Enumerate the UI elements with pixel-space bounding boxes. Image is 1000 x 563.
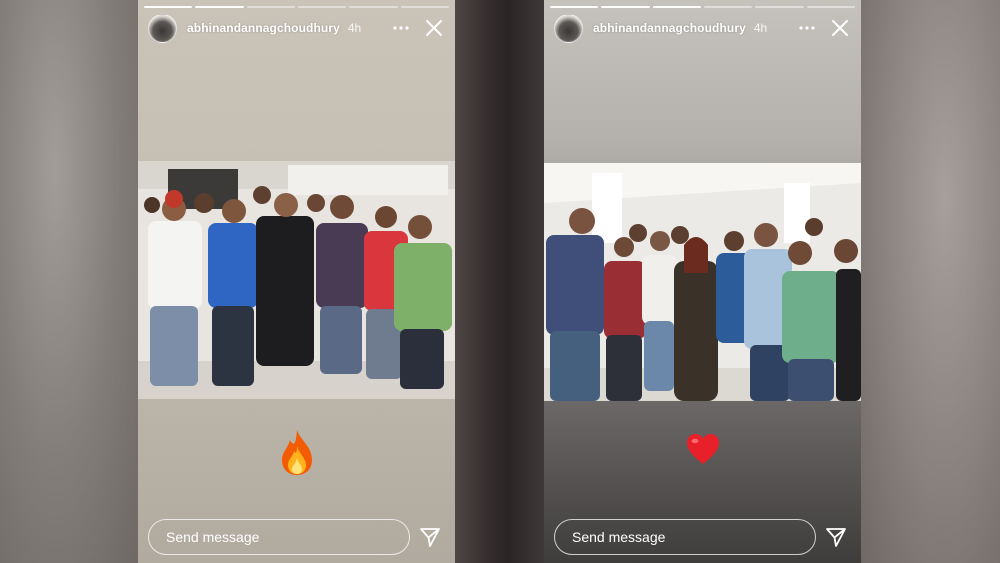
story-panel-2[interactable]: abhinandannagchoudhury 4h Send message bbox=[544, 0, 861, 563]
story-photo bbox=[544, 163, 861, 401]
story-progress-bar bbox=[144, 6, 449, 8]
fire-emoji-sticker bbox=[278, 428, 316, 476]
red-heart-emoji-sticker bbox=[685, 432, 721, 466]
more-horizontal-icon[interactable] bbox=[389, 16, 413, 40]
more-horizontal-icon[interactable] bbox=[795, 16, 819, 40]
paper-plane-icon[interactable] bbox=[419, 526, 441, 548]
close-icon[interactable] bbox=[423, 17, 445, 39]
background-blur-middle bbox=[455, 0, 544, 563]
story-header: abhinandannagchoudhury 4h bbox=[148, 13, 445, 43]
send-message-placeholder: Send message bbox=[572, 529, 666, 545]
send-message-input[interactable]: Send message bbox=[554, 519, 816, 555]
paper-plane-icon[interactable] bbox=[825, 526, 847, 548]
story-panel-1[interactable]: abhinandannagchoudhury 4h Send message bbox=[138, 0, 455, 563]
story-photo bbox=[138, 161, 455, 399]
story-progress-bar bbox=[550, 6, 855, 8]
send-message-input[interactable]: Send message bbox=[148, 519, 410, 555]
post-time: 4h bbox=[753, 21, 768, 35]
post-time: 4h bbox=[347, 21, 362, 35]
avatar[interactable] bbox=[554, 13, 583, 43]
story-header: abhinandannagchoudhury 4h bbox=[554, 13, 851, 43]
send-message-placeholder: Send message bbox=[166, 529, 260, 545]
background-blur-right bbox=[861, 0, 1000, 563]
background-blur-left bbox=[0, 0, 138, 563]
close-icon[interactable] bbox=[829, 17, 851, 39]
avatar[interactable] bbox=[148, 13, 177, 43]
username[interactable]: abhinandannagchoudhury bbox=[593, 21, 746, 35]
username[interactable]: abhinandannagchoudhury bbox=[187, 21, 340, 35]
